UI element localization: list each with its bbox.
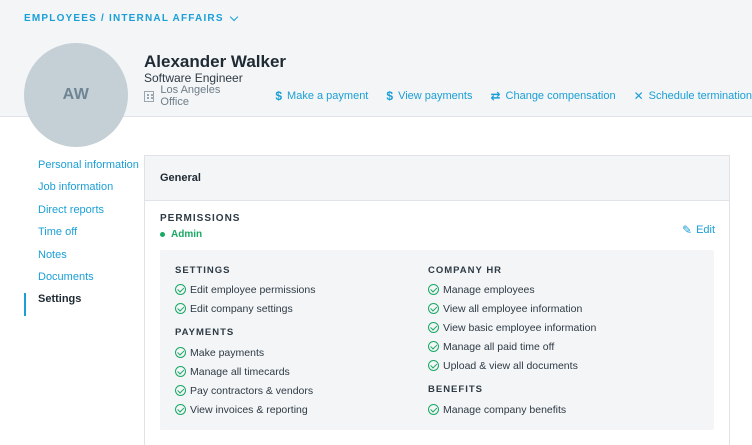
permission-item: Edit company settings bbox=[175, 299, 315, 318]
permission-label: Manage all paid time off bbox=[443, 340, 555, 353]
role-label: Admin bbox=[171, 229, 203, 240]
action-label: Make a payment bbox=[287, 90, 369, 102]
check-circle-icon bbox=[175, 284, 186, 295]
nav-item-notes[interactable]: Notes bbox=[24, 249, 139, 271]
group-title: SETTINGS bbox=[175, 265, 231, 276]
schedule-termination-link[interactable]: ✕ Schedule termination bbox=[634, 89, 752, 103]
change-compensation-link[interactable]: ⇄ Change compensation bbox=[490, 89, 615, 103]
action-label: View payments bbox=[398, 90, 473, 102]
nav-item-personal-information[interactable]: Personal information bbox=[24, 159, 139, 181]
check-circle-icon bbox=[428, 404, 439, 415]
permission-label: View basic employee information bbox=[443, 321, 597, 334]
settings-group: SETTINGS Edit employee permissions Edit … bbox=[175, 264, 315, 318]
permission-item: View invoices & reporting bbox=[175, 400, 313, 419]
nav-item-documents[interactable]: Documents bbox=[24, 271, 139, 293]
edit-label: Edit bbox=[696, 224, 716, 236]
permission-item: View basic employee information bbox=[428, 318, 596, 337]
company-hr-group: COMPANY HR Manage employees View all emp… bbox=[428, 264, 596, 375]
dollar-icon: $ bbox=[386, 89, 394, 103]
check-circle-icon bbox=[428, 341, 439, 352]
permission-item: View all employee information bbox=[428, 299, 596, 318]
permission-item: Upload & view all documents bbox=[428, 356, 596, 375]
check-circle-icon bbox=[175, 385, 186, 396]
general-card: General PERMISSIONS Admin ✎ Edit SETTING… bbox=[144, 155, 730, 445]
permission-item: Edit employee permissions bbox=[175, 280, 315, 299]
employee-title: Software Engineer bbox=[144, 71, 243, 85]
permission-item: Pay contractors & vendors bbox=[175, 381, 313, 400]
permission-item: Make payments bbox=[175, 343, 313, 362]
group-title: BENEFITS bbox=[428, 384, 483, 395]
benefits-group: BENEFITS Manage company benefits bbox=[428, 383, 566, 419]
permission-label: Edit employee permissions bbox=[190, 283, 316, 296]
nav-item-direct-reports[interactable]: Direct reports bbox=[24, 204, 139, 226]
permission-label: View invoices & reporting bbox=[190, 403, 308, 416]
permission-label: Manage all timecards bbox=[190, 365, 290, 378]
avatar: AW bbox=[24, 43, 128, 147]
breadcrumb-text[interactable]: EMPLOYEES / INTERNAL AFFAIRS bbox=[24, 13, 224, 24]
permission-label: Upload & view all documents bbox=[443, 359, 578, 372]
action-label: Schedule termination bbox=[648, 90, 752, 102]
action-label: Change compensation bbox=[505, 90, 616, 102]
nav-item-settings[interactable]: Settings bbox=[24, 293, 139, 316]
permission-label: Manage employees bbox=[443, 283, 535, 296]
swap-icon: ⇄ bbox=[490, 89, 501, 103]
check-circle-icon bbox=[175, 303, 186, 314]
permission-label: Manage company benefits bbox=[443, 403, 567, 416]
avatar-initials: AW bbox=[62, 86, 90, 103]
chevron-down-icon[interactable] bbox=[229, 12, 238, 22]
office-info: Los Angeles Office bbox=[144, 84, 237, 108]
nav-item-job-information[interactable]: Job information bbox=[24, 181, 139, 203]
check-circle-icon bbox=[428, 284, 439, 295]
building-icon bbox=[144, 90, 155, 102]
group-title: COMPANY HR bbox=[428, 265, 503, 276]
status-dot-icon bbox=[160, 232, 165, 237]
permission-item: Manage all paid time off bbox=[428, 337, 596, 356]
view-payments-link[interactable]: $ View payments bbox=[386, 89, 472, 103]
edit-permissions-button[interactable]: ✎ Edit bbox=[682, 223, 715, 237]
card-title: General bbox=[145, 156, 729, 201]
dollar-icon: $ bbox=[275, 89, 283, 103]
side-nav: Personal information Job information Dir… bbox=[24, 159, 139, 316]
permission-item: Manage company benefits bbox=[428, 400, 566, 419]
breadcrumb[interactable]: EMPLOYEES / INTERNAL AFFAIRS bbox=[24, 12, 238, 24]
check-circle-icon bbox=[175, 347, 186, 358]
pencil-icon: ✎ bbox=[682, 223, 693, 237]
permissions-label: PERMISSIONS bbox=[160, 213, 241, 224]
check-circle-icon bbox=[175, 404, 186, 415]
permission-label: Pay contractors & vendors bbox=[190, 384, 314, 397]
permission-item: Manage all timecards bbox=[175, 362, 313, 381]
employee-actions: Los Angeles Office $ Make a payment $ Vi… bbox=[144, 84, 752, 108]
permissions-panel: SETTINGS Edit employee permissions Edit … bbox=[160, 250, 714, 430]
employee-name: Alexander Walker bbox=[144, 52, 287, 71]
role-badge: Admin bbox=[160, 229, 202, 240]
check-circle-icon bbox=[428, 360, 439, 371]
permission-label: View all employee information bbox=[443, 302, 583, 315]
payments-group: PAYMENTS Make payments Manage all timeca… bbox=[175, 326, 313, 419]
permission-item: Manage employees bbox=[428, 280, 596, 299]
check-circle-icon bbox=[428, 322, 439, 333]
permission-label: Edit company settings bbox=[190, 302, 293, 315]
check-circle-icon bbox=[175, 366, 186, 377]
make-payment-link[interactable]: $ Make a payment bbox=[275, 89, 368, 103]
office-label: Los Angeles Office bbox=[160, 84, 221, 108]
group-title: PAYMENTS bbox=[175, 327, 235, 338]
check-circle-icon bbox=[428, 303, 439, 314]
close-icon: ✕ bbox=[633, 89, 644, 103]
permission-label: Make payments bbox=[190, 346, 265, 359]
nav-item-time-off[interactable]: Time off bbox=[24, 226, 139, 248]
